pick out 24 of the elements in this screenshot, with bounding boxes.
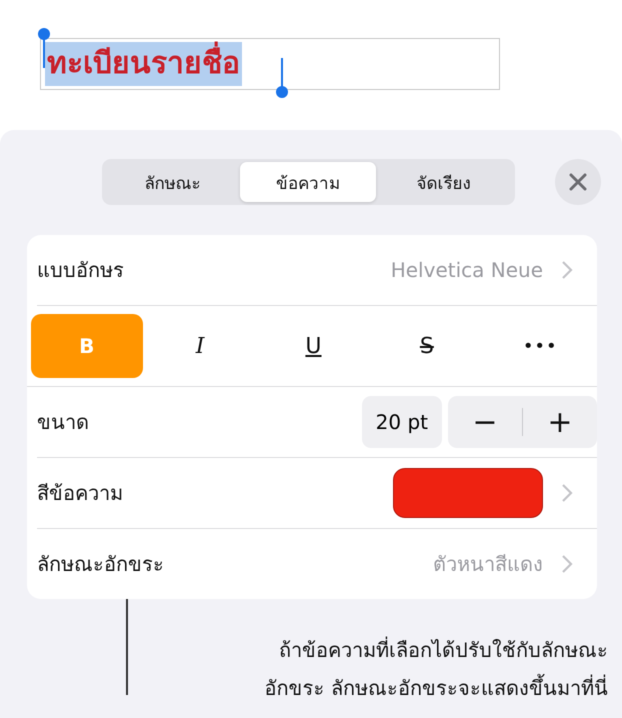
chevron-icon[interactable]: [561, 483, 573, 503]
chevron-icon[interactable]: [561, 260, 573, 280]
font-label: แบบอักษร: [37, 257, 125, 284]
text-style-button[interactable]: •••: [484, 314, 596, 378]
tab[interactable]: จัดเรียง: [376, 162, 512, 202]
text-field[interactable]: ทะเบียนรายชื่อ: [40, 38, 500, 90]
close-icon: [569, 173, 587, 191]
text-style-button[interactable]: U: [257, 314, 370, 378]
decrease-button[interactable]: −: [448, 396, 522, 448]
text-color-label: สีข้อความ: [37, 480, 124, 507]
size-label: ขนาด: [37, 409, 90, 436]
chevron-icon[interactable]: [561, 554, 573, 574]
increase-button[interactable]: +: [523, 396, 597, 448]
size-value[interactable]: 20 pt: [362, 396, 442, 448]
text-style-button[interactable]: I: [144, 314, 256, 378]
callout-text: ถ้าข้อความที่เลือกได้ปรับใช้กับลักษณะ อักขระ ลักษณะอักขระจะแสดงขึ้นมาที่นี่: [264, 636, 608, 702]
selection-handle-icon[interactable]: [276, 58, 288, 98]
tab[interactable]: ลักษณะ: [104, 162, 240, 202]
close-button[interactable]: [555, 159, 601, 205]
tab[interactable]: ข้อความ: [240, 162, 376, 202]
color-swatch[interactable]: [393, 468, 543, 518]
selected-text: ทะเบียนรายชื่อ: [45, 42, 242, 86]
text-style-button[interactable]: S: [370, 314, 483, 378]
character-style-label: ลักษณะอักขระ: [37, 551, 165, 578]
